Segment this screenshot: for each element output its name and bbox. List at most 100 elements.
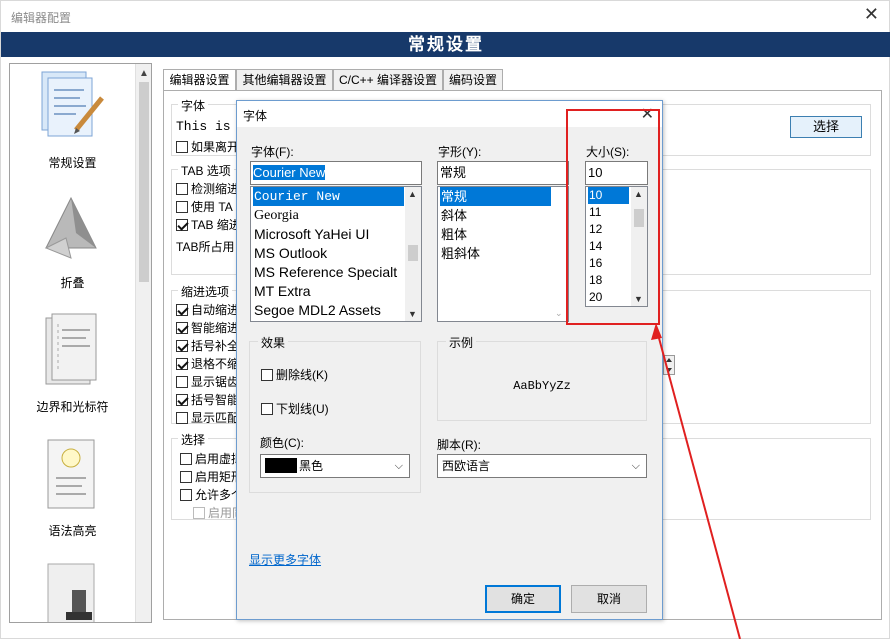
indent-option-label: 括号智能 bbox=[191, 393, 240, 407]
indent-option-checkbox[interactable] bbox=[176, 376, 188, 388]
font-style-input[interactable]: 常规 bbox=[437, 161, 569, 185]
indent-option-label: 自动缩进 bbox=[191, 303, 240, 317]
tab-option-checkbox[interactable] bbox=[176, 219, 188, 231]
sidebar-item-general[interactable]: 常规设置 bbox=[10, 68, 135, 178]
tab-other-editor-settings[interactable]: 其他编辑器设置 bbox=[236, 69, 333, 91]
font-list-item[interactable]: Georgia bbox=[253, 206, 299, 225]
font-name-label: 字体(F): bbox=[251, 145, 294, 159]
tab-option-checkbox[interactable] bbox=[176, 201, 188, 213]
indent-option-checkbox[interactable] bbox=[176, 358, 188, 370]
effects-group-title: 效果 bbox=[258, 334, 289, 351]
script-select[interactable]: 西欧语言 ⌵ bbox=[437, 454, 647, 478]
show-more-fonts-link[interactable]: 显示更多字体 bbox=[249, 551, 321, 568]
color-select[interactable]: 黑色 ⌵ bbox=[260, 454, 410, 478]
style-list-item[interactable]: 粗体 bbox=[440, 225, 467, 244]
indent-option-row[interactable]: 括号智能 bbox=[176, 391, 239, 408]
font-style-label: 字形(Y): bbox=[438, 145, 482, 159]
selection-option-checkbox[interactable] bbox=[180, 471, 192, 483]
font-style-list[interactable]: 常规 斜体 粗体 粗斜体 ⌄ bbox=[437, 186, 569, 322]
style-list-item[interactable]: 常规 bbox=[440, 187, 551, 206]
sidebar-item-margin-cursor[interactable]: 边界和光标符 bbox=[10, 312, 135, 422]
style-list-item[interactable]: 斜体 bbox=[440, 206, 467, 225]
indent-options-title: 缩进选项 bbox=[178, 283, 233, 300]
section-banner: 常规设置 bbox=[1, 32, 890, 57]
tab-editor-settings[interactable]: 编辑器设置 bbox=[163, 69, 236, 92]
indent-option-label: 括号补全 bbox=[191, 339, 240, 353]
tab-compiler-settings[interactable]: C/C++ 编译器设置 bbox=[333, 69, 443, 91]
indent-option-label: 智能缩进 bbox=[191, 321, 240, 335]
indent-option-checkbox[interactable] bbox=[176, 394, 188, 406]
tab-option-row[interactable]: 使用 TA bbox=[176, 198, 233, 215]
selection-option-row[interactable]: 启用矩形 bbox=[180, 468, 243, 485]
settings-sidebar: 常规设置 折叠 边界和光标符 语法高亮 ▲ bbox=[9, 63, 152, 623]
font-list-item[interactable]: Segoe MDL2 Assets bbox=[253, 301, 381, 320]
font-list-item[interactable]: MS Reference Specialt bbox=[253, 263, 397, 282]
sidebar-item-fold[interactable]: 折叠 bbox=[10, 188, 135, 298]
select-font-button[interactable]: 选择 bbox=[790, 116, 862, 138]
indent-option-row[interactable]: 括号补全 bbox=[176, 337, 239, 354]
cancel-button[interactable]: 取消 bbox=[571, 585, 647, 613]
general-settings-icon bbox=[41, 71, 104, 137]
underline-row[interactable]: 下划线(U) bbox=[261, 400, 329, 417]
font-list-scrollbar[interactable]: ▲ ▼ bbox=[405, 187, 421, 321]
leave-checkbox-row[interactable]: 如果离开 bbox=[176, 138, 239, 155]
indent-option-row[interactable]: 自动缩进 bbox=[176, 301, 239, 318]
font-name-list[interactable]: Courier New Georgia Microsoft YaHei UI M… bbox=[250, 186, 422, 322]
font-list-item[interactable]: Microsoft YaHei UI bbox=[253, 225, 369, 244]
font-preview-text: This is bbox=[176, 119, 231, 134]
style-list-item[interactable]: 粗斜体 bbox=[440, 244, 480, 263]
font-list-item[interactable]: Courier New bbox=[253, 187, 404, 206]
font-name-input-value: Courier New bbox=[253, 165, 326, 180]
scroll-up-icon[interactable]: ▲ bbox=[408, 189, 417, 199]
font-list-item[interactable]: MS Outlook bbox=[253, 244, 327, 263]
spin-arrows-icon[interactable] bbox=[663, 355, 675, 375]
sidebar-item-label: 边界和光标符 bbox=[36, 400, 109, 414]
strikeout-row[interactable]: 删除线(K) bbox=[261, 366, 328, 383]
selection-group-title: 选择 bbox=[178, 431, 209, 448]
indent-option-checkbox[interactable] bbox=[176, 304, 188, 316]
color-select-value: 黑色 bbox=[299, 459, 324, 473]
selection-option-checkbox bbox=[193, 507, 205, 519]
indent-option-checkbox[interactable] bbox=[176, 412, 188, 424]
scroll-up-icon[interactable]: ▲ bbox=[139, 68, 149, 79]
font-list-scroll-thumb[interactable] bbox=[408, 245, 418, 261]
underline-checkbox[interactable] bbox=[261, 403, 273, 415]
window-close-icon[interactable]: ✕ bbox=[864, 4, 879, 25]
selection-option-checkbox[interactable] bbox=[180, 453, 192, 465]
indent-option-label: 显示锯齿 bbox=[191, 375, 240, 389]
sidebar-scrollbar[interactable]: ▲ bbox=[135, 64, 151, 622]
leave-checkbox-label: 如果离开 bbox=[191, 140, 240, 154]
font-list-item[interactable]: MT Extra bbox=[253, 282, 311, 301]
indent-option-checkbox[interactable] bbox=[176, 340, 188, 352]
scroll-down-icon[interactable]: ⌄ bbox=[555, 308, 563, 319]
strikeout-checkbox[interactable] bbox=[261, 369, 273, 381]
sidebar-item-label: 折叠 bbox=[60, 276, 85, 290]
scroll-down-icon[interactable]: ▼ bbox=[408, 309, 417, 319]
script-label: 脚本(R): bbox=[437, 438, 481, 452]
sidebar-item-syntax[interactable]: 语法高亮 bbox=[10, 436, 135, 546]
selection-option-row[interactable]: 启用虚拟 bbox=[180, 450, 243, 467]
indent-option-checkbox[interactable] bbox=[176, 322, 188, 334]
indent-option-row[interactable]: 显示锯齿 bbox=[176, 373, 239, 390]
indent-option-row[interactable]: 显示匹配 bbox=[176, 409, 239, 426]
tab-option-row[interactable]: TAB 缩进 bbox=[176, 216, 241, 233]
sidebar-scroll-thumb[interactable] bbox=[139, 82, 149, 282]
tab-option-row[interactable]: 检测缩进 bbox=[176, 180, 239, 197]
tab-option-checkbox[interactable] bbox=[176, 183, 188, 195]
fold-icon bbox=[44, 196, 97, 259]
margin-cursor-icon bbox=[45, 313, 97, 385]
sidebar-item-label: 常规设置 bbox=[48, 156, 97, 170]
sidebar-item-extra[interactable] bbox=[10, 560, 135, 622]
indent-option-row[interactable]: 退格不缩 bbox=[176, 355, 239, 372]
tab-option-label: 检测缩进 bbox=[191, 182, 240, 196]
chevron-down-icon: ⌵ bbox=[631, 460, 640, 472]
leave-checkbox[interactable] bbox=[176, 141, 188, 153]
sample-group: 示例 AaBbYyZz bbox=[437, 334, 647, 421]
ok-button[interactable]: 确定 bbox=[485, 585, 561, 613]
selection-option-checkbox[interactable] bbox=[180, 489, 192, 501]
indent-option-row[interactable]: 智能缩进 bbox=[176, 319, 239, 336]
font-group-title: 字体 bbox=[178, 97, 209, 114]
font-name-input[interactable]: Courier New bbox=[250, 161, 422, 185]
tab-encoding-settings[interactable]: 编码设置 bbox=[443, 69, 503, 91]
selection-option-row[interactable]: 允许多个 bbox=[180, 486, 243, 503]
